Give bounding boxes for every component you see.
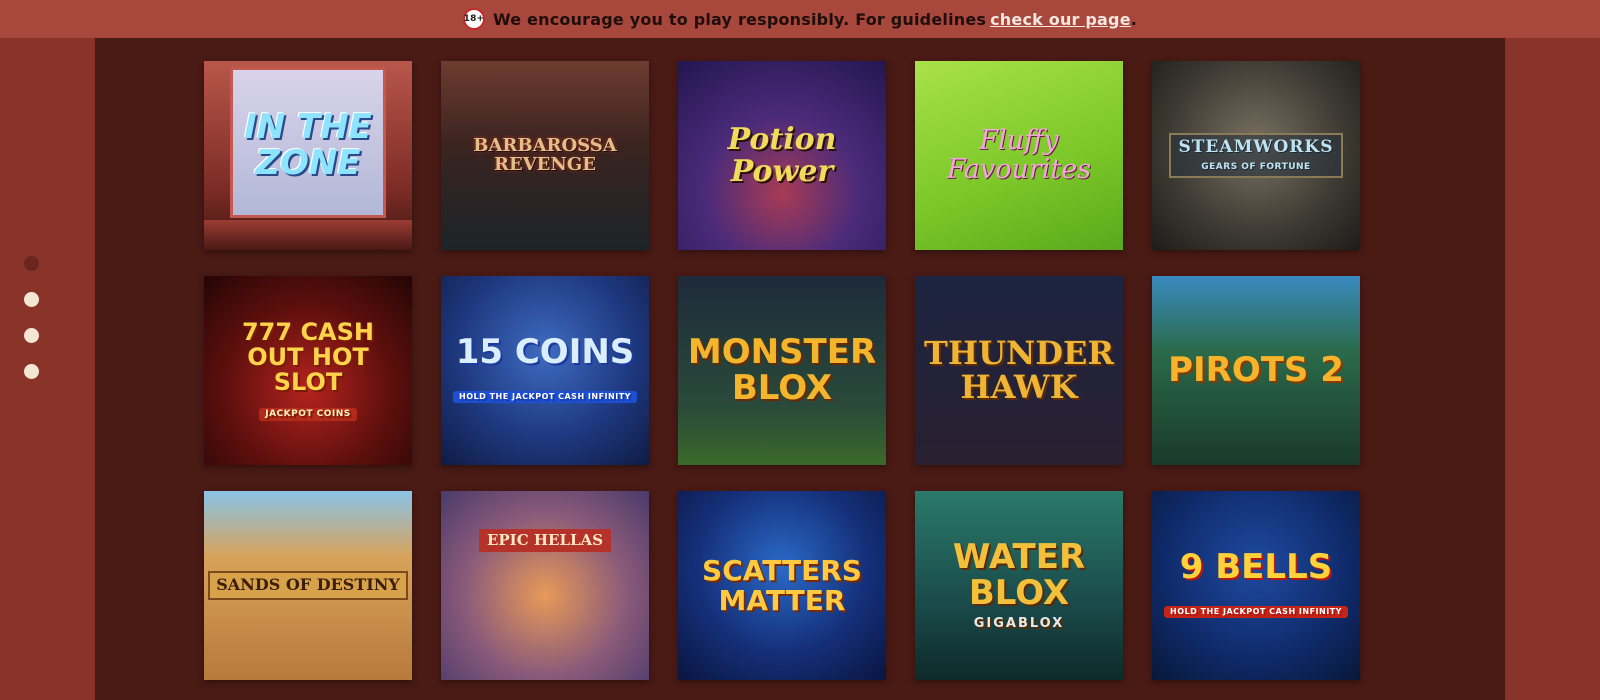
game-tile-potion-power[interactable]: Potion Power [678,61,886,250]
game-title: Pirots 2 [1168,349,1344,390]
carousel-dot-3[interactable] [24,328,39,343]
game-title-text: 777 Cash Out Hot Slot [241,318,374,397]
game-title: Epic Hellas [478,528,612,553]
right-side-panel [1505,38,1600,700]
game-title: Water Blox Gigablox [915,536,1123,632]
game-title: Steamworks Gears of Fortune [1168,132,1344,179]
responsible-gambling-banner: 18+ We encourage you to play responsibly… [0,0,1600,38]
banner-trailing: . [1130,9,1138,29]
game-tile-9-bells[interactable]: 9 Bells Hold the Jackpot Cash Infinity [1152,491,1360,680]
game-tile-monster-blox[interactable]: Monster Blox [678,276,886,465]
game-tile-in-the-zone[interactable]: In The Zone [204,61,412,250]
carousel-dot-4[interactable] [24,364,39,379]
game-tile-water-blox[interactable]: Water Blox Gigablox [915,491,1123,680]
game-tile-scatters-matter[interactable]: Scatters Matter [678,491,886,680]
game-tile-pirots-2[interactable]: Pirots 2 [1152,276,1360,465]
left-side-panel [0,38,95,700]
game-title: In The Zone [244,106,372,183]
game-tile-thunder-hawk[interactable]: Thunder Hawk [915,276,1123,465]
game-subtitle: Gigablox [973,616,1065,632]
game-title: 15 Coins Hold the Jackpot Cash Infinity [445,331,645,406]
carousel-pagination [24,256,39,400]
guidelines-link[interactable]: check our page [990,10,1131,29]
game-title-text: Steamworks [1178,136,1334,157]
age-restriction-icon: 18+ [462,8,485,30]
game-title: 9 Bells Hold the Jackpot Cash Infinity [1156,546,1356,621]
game-subtitle: Gears of Fortune [1201,161,1311,172]
carousel-dot-1[interactable] [24,256,39,271]
game-tile-sands-of-destiny[interactable]: Sands of Destiny [204,491,412,680]
game-tile-steamworks[interactable]: Steamworks Gears of Fortune [1152,61,1360,250]
game-tile-barbarossa-revenge[interactable]: Barbarossa Revenge [441,61,649,250]
carousel-dot-2[interactable] [24,292,39,307]
game-subtitle: Hold the Jackpot Cash Infinity [453,390,637,403]
game-title-text: Water Blox [952,536,1086,613]
game-title: Monster Blox [687,331,877,408]
game-title: Thunder Hawk [924,333,1114,406]
games-grid: In The Zone Barbarossa Revenge Potion Po… [204,61,1360,680]
game-title: Barbarossa Revenge [473,134,617,175]
game-subtitle: Hold the Jackpot Cash Infinity [1164,605,1348,618]
banner-text: We encourage you to play responsibly. Fo… [492,9,987,29]
game-title: Fluffy Favourites [946,125,1092,185]
game-tile-epic-hellas[interactable]: Epic Hellas [441,491,649,680]
game-tile-777-cash-out-hot-slot[interactable]: 777 Cash Out Hot Slot Jackpot Coins [204,276,412,465]
game-title: Potion Power [727,122,837,189]
game-title: Scatters Matter [702,554,862,617]
game-subtitle: Jackpot Coins [259,407,357,421]
game-tile-15-coins[interactable]: 15 Coins Hold the Jackpot Cash Infinity [441,276,649,465]
game-title: 777 Cash Out Hot Slot Jackpot Coins [204,318,412,421]
game-tile-fluffy-favourites[interactable]: Fluffy Favourites [915,61,1123,250]
game-title: Sands of Destiny [208,571,408,600]
game-title-text: 15 Coins [455,331,635,372]
game-title-text: 9 Bells [1179,546,1333,587]
